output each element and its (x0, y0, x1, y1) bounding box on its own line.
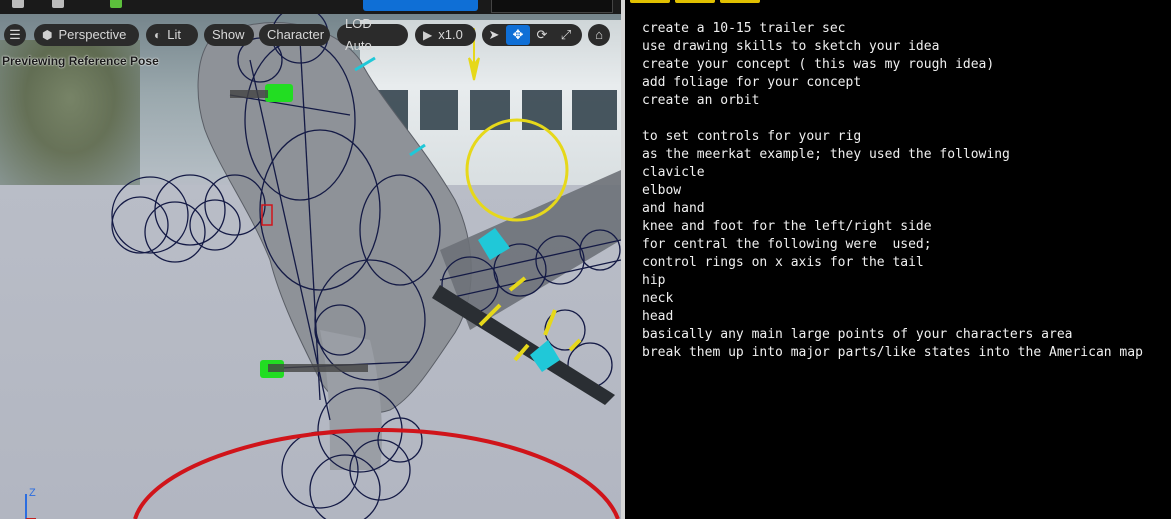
camera-icon: ⌂ (595, 27, 603, 42)
ik-bone (230, 90, 268, 98)
notes-tab[interactable] (720, 0, 760, 3)
note-line: and hand (642, 201, 705, 216)
note-line: add foliage for your concept (642, 75, 862, 90)
cube-icon: ⬢ (42, 28, 53, 42)
notes-panel[interactable]: create a 10-15 trailer sec use drawing s… (625, 0, 1171, 519)
axis-z-label: Z (29, 487, 36, 499)
character-rig-scene (111, 6, 621, 519)
note-line: create your concept ( this was my rough … (642, 57, 995, 72)
show-button[interactable]: Show (204, 24, 254, 46)
preview-status-label: Previewing Reference Pose (2, 54, 159, 68)
hamburger-menu-icon: ☰ (9, 27, 21, 42)
green-ik-handle (265, 84, 293, 102)
note-line: as the meerkat example; they used the fo… (642, 147, 1010, 162)
animation-viewport[interactable]: ☰ ⬢ Perspective ◐ Lit Show Character LOD… (0, 0, 621, 519)
note-line: for central the following were used; (642, 237, 932, 252)
note-line: clavicle (642, 165, 705, 180)
top-toolbar-strip (0, 0, 621, 14)
note-line: elbow (642, 183, 682, 198)
note-line: create an orbit (642, 93, 760, 108)
rotate-icon[interactable]: ⟳ (530, 24, 554, 46)
note-line: knee and foot for the left/right side (642, 219, 932, 234)
note-line: basically any main large points of your … (642, 327, 1073, 342)
notes-tabs (630, 0, 760, 4)
note-line: use drawing skills to sketch your idea (642, 39, 940, 54)
browse-icon[interactable] (52, 0, 64, 8)
notes-tab[interactable] (630, 0, 670, 3)
search-box[interactable] (491, 0, 613, 13)
notes-tab[interactable] (675, 0, 715, 3)
transform-tools-group: ➤ ✥ ⟳ ⤢ (482, 24, 582, 46)
save-icon[interactable] (12, 0, 24, 8)
note-line: create a 10-15 trailer sec (642, 21, 846, 36)
play-icon[interactable] (110, 0, 122, 8)
play-triangle-icon: ▶ (423, 28, 433, 42)
sphere-icon: ◐ (154, 28, 162, 42)
perspective-button[interactable]: ⬢ Perspective (34, 24, 139, 46)
note-line (642, 110, 1143, 128)
ik-bone (268, 364, 368, 372)
move-icon[interactable]: ✥ (506, 25, 530, 45)
note-line: to set controls for your rig (642, 129, 862, 144)
yellow-head-control (465, 118, 569, 222)
active-tab-button[interactable] (363, 0, 478, 11)
notes-text[interactable]: create a 10-15 trailer sec use drawing s… (642, 20, 1143, 362)
note-line: head (642, 309, 674, 324)
character-button[interactable]: Character (259, 24, 330, 46)
playback-speed-button[interactable]: ▶ x1.0 (415, 24, 476, 46)
select-arrow-icon[interactable]: ➤ (482, 24, 506, 46)
note-line: break them up into major parts/like stat… (642, 345, 1143, 360)
camera-button[interactable]: ⌂ (588, 24, 610, 46)
scale-icon[interactable]: ⤢ (554, 24, 578, 46)
tail-bone (432, 285, 615, 405)
lit-mode-button[interactable]: ◐ Lit (146, 24, 198, 46)
axis-indicator: Z (25, 487, 36, 519)
note-line: hip (642, 273, 666, 288)
viewport-menu-button[interactable]: ☰ (4, 24, 26, 46)
note-line: control rings on x axis for the tail (642, 255, 924, 270)
note-line: neck (642, 291, 674, 306)
lod-button[interactable]: LOD Auto (337, 16, 408, 53)
